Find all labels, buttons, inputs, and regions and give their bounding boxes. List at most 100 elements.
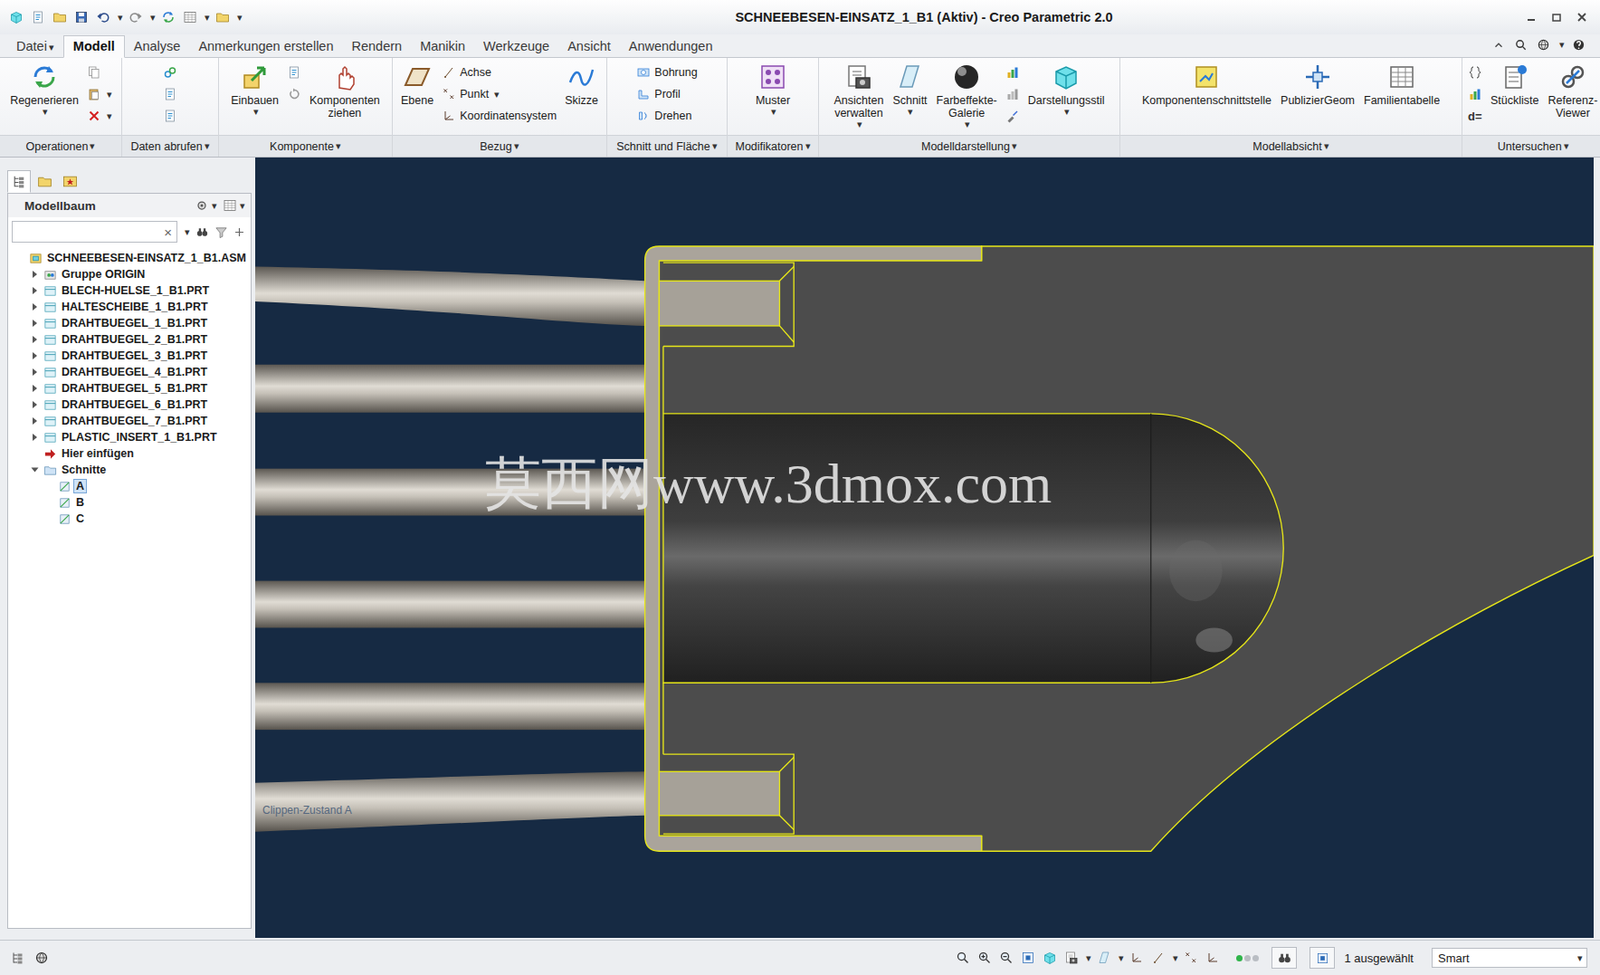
expand-toggle[interactable] <box>28 398 41 411</box>
tree-item[interactable]: BLECH-HUELSE_1_B1.PRT <box>8 282 251 299</box>
ribbon-icon-button[interactable] <box>1003 105 1022 126</box>
ribbon-button[interactable]: Darstellungsstil▾ <box>1025 60 1108 119</box>
dropdown-arrow[interactable]: ▾ <box>237 12 243 23</box>
group-label[interactable]: Schnitt und Fläche▾ <box>607 134 727 157</box>
expand-toggle[interactable] <box>28 381 41 395</box>
navigator-tab[interactable] <box>57 170 82 193</box>
find-button[interactable] <box>1271 946 1297 969</box>
expand-toggle[interactable] <box>28 447 41 460</box>
ribbon-button[interactable]: Ebene <box>398 60 437 109</box>
group-label[interactable]: Operationen▾ <box>0 134 122 157</box>
quick-access-button[interactable] <box>7 8 26 27</box>
dropdown-arrow[interactable]: ▾ <box>1172 952 1179 963</box>
ribbon-tab[interactable]: Analyse <box>124 36 191 58</box>
quick-access-button[interactable] <box>28 8 48 27</box>
dropdown-arrow[interactable]: ▾ <box>117 12 124 23</box>
ribbon-tab[interactable]: Rendern <box>342 36 412 58</box>
ribbon-button[interactable]: Einbauen▾ <box>228 60 282 119</box>
wire-bow[interactable] <box>255 580 646 629</box>
expand-toggle[interactable] <box>28 284 41 297</box>
ribbon-button[interactable]: Punkt▾ <box>439 84 502 105</box>
ribbon-button[interactable]: Koordinatensystem <box>439 105 559 126</box>
graphics-viewport[interactable]: 莫西网www.3dmox.comClippen-Zustand A <box>255 157 1594 938</box>
expand-toggle[interactable] <box>28 349 41 362</box>
ribbon-button[interactable]: Profil <box>634 84 682 105</box>
ribbon-button[interactable]: Komponentenschnittstelle <box>1139 60 1275 109</box>
expand-toggle[interactable] <box>28 267 41 281</box>
help-button[interactable] <box>1570 36 1588 54</box>
selection-filter[interactable]: Smart▾ <box>1431 947 1588 968</box>
tree-item[interactable]: HALTESCHEIBE_1_B1.PRT <box>8 298 251 315</box>
ribbon-button[interactable]: Bohrung <box>634 62 699 83</box>
ribbon-icon-button[interactable] <box>1466 62 1485 83</box>
expand-toggle[interactable] <box>42 512 56 525</box>
close-icon[interactable] <box>1576 11 1588 23</box>
ribbon-tab[interactable]: Anmerkungen erstellen <box>189 36 343 58</box>
ribbon-icon-button[interactable] <box>1003 84 1022 105</box>
dropdown-arrow[interactable]: ▾ <box>1085 952 1092 963</box>
view-tool-button[interactable] <box>1181 948 1200 967</box>
ribbon-button[interactable]: PublizierGeom <box>1277 60 1358 109</box>
ribbon-icon-button[interactable]: ▾ <box>85 105 115 126</box>
quick-access-button[interactable] <box>72 8 91 27</box>
ribbon-button[interactable]: Referenz-Viewer <box>1545 60 1600 122</box>
group-label[interactable]: Modelldarstellung▾ <box>819 134 1120 157</box>
tree-item[interactable]: B <box>8 494 251 511</box>
ribbon-button[interactable]: Skizze <box>561 60 601 109</box>
ribbon-icon-button[interactable] <box>285 62 304 83</box>
view-tool-button[interactable] <box>1040 948 1059 967</box>
ribbon-icon-button[interactable] <box>1466 84 1485 105</box>
view-tool-button[interactable] <box>953 948 972 967</box>
wire-bow[interactable] <box>255 364 646 413</box>
expand-toggle[interactable] <box>28 430 41 444</box>
tree-item[interactable]: C <box>8 510 251 527</box>
ribbon-tab[interactable]: Anwendungen <box>619 36 723 58</box>
dropdown-arrow[interactable]: ▾ <box>204 12 210 23</box>
tree-show-button[interactable]: ▾ <box>222 198 246 213</box>
tree-item[interactable]: A <box>8 477 251 495</box>
ribbon-button[interactable]: Familientabelle <box>1361 60 1443 109</box>
ribbon-tab[interactable]: Werkzeuge <box>474 36 559 58</box>
wire-end-section[interactable] <box>658 771 780 815</box>
view-tool-button[interactable] <box>1019 948 1038 967</box>
ribbon-button[interactable]: Muster▾ <box>752 60 793 119</box>
collapse-ribbon-button[interactable] <box>1490 37 1507 54</box>
search-input[interactable] <box>12 225 160 239</box>
view-tool-button[interactable] <box>1095 948 1114 967</box>
navigator-tab[interactable] <box>32 170 57 193</box>
ribbon-text-button[interactable]: d= <box>1466 105 1485 126</box>
filter-button[interactable] <box>214 225 229 239</box>
tree-item[interactable]: DRAHTBUEGEL_2_B1.PRT <box>8 331 251 348</box>
ribbon-tab[interactable]: Modell <box>63 35 125 58</box>
ribbon-icon-button[interactable] <box>85 62 104 83</box>
quick-access-button[interactable] <box>126 8 145 27</box>
dropdown-arrow[interactable]: ▾ <box>1559 39 1565 50</box>
tree-item[interactable]: DRAHTBUEGEL_7_B1.PRT <box>8 412 251 429</box>
ribbon-icon-button[interactable] <box>1003 62 1022 83</box>
group-label[interactable]: Bezug▾ <box>392 134 607 157</box>
view-tool-button[interactable] <box>1203 948 1222 967</box>
find-button[interactable] <box>195 225 210 239</box>
selection-button[interactable] <box>1309 946 1335 969</box>
tree-item[interactable]: Gruppe ORIGIN <box>8 266 251 283</box>
tree-item[interactable]: DRAHTBUEGEL_1_B1.PRT <box>8 314 251 332</box>
view-tool-button[interactable] <box>997 948 1016 967</box>
plastic-insert-section[interactable] <box>658 246 1594 851</box>
group-label[interactable]: Modellabsicht▾ <box>1120 134 1462 157</box>
dropdown-arrow[interactable]: ▾ <box>1118 952 1124 963</box>
wire-bow[interactable] <box>255 266 646 326</box>
group-label[interactable]: Modifikatoren▾ <box>727 134 819 157</box>
view-tool-button[interactable] <box>1062 948 1081 967</box>
group-label[interactable]: Untersuchen▾ <box>1462 134 1600 157</box>
expand-toggle[interactable] <box>28 300 41 314</box>
tree-item[interactable]: DRAHTBUEGEL_3_B1.PRT <box>8 347 251 364</box>
wire-end-section[interactable] <box>658 280 780 326</box>
ribbon-icon-button[interactable] <box>285 84 304 105</box>
tree-settings-button[interactable]: ▾ <box>194 198 218 213</box>
minimize-icon[interactable] <box>1525 11 1537 23</box>
ribbon-icon-button[interactable]: ▾ <box>85 84 115 105</box>
ribbon-button[interactable]: Farbeffekte-Galerie▾ <box>933 60 1000 132</box>
add-column-button[interactable] <box>233 226 246 239</box>
ribbon-button[interactable]: Ansichten verwalten▾ <box>830 60 886 132</box>
ribbon-tab[interactable]: Manikin <box>410 36 475 58</box>
